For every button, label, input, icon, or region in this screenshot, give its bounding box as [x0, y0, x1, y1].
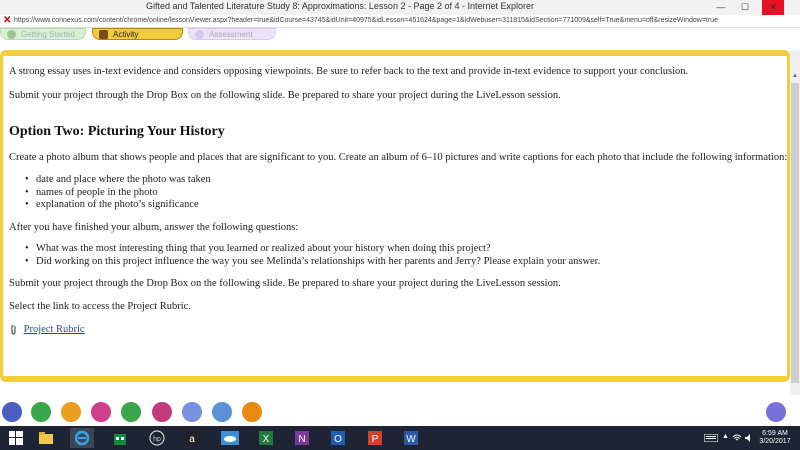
tab-label: Assessment	[209, 30, 253, 39]
lesson-content: A strong essay uses in-text evidence and…	[3, 56, 787, 376]
svg-text:hp: hp	[153, 436, 161, 443]
list-item: date and place where the photo was taken	[25, 174, 211, 187]
excel-icon[interactable]: X	[254, 428, 278, 448]
outlook-icon[interactable]: O	[326, 428, 350, 448]
questions-intro-paragraph: After you have finished your album, answ…	[9, 222, 299, 233]
vertical-scrollbar[interactable]: ▲	[790, 50, 800, 395]
svg-text:a: a	[189, 434, 195, 445]
windows-taskbar: hp a X N O P W ▲ 6:59 AM 3/20/2017	[0, 426, 800, 450]
clock-date: 3/20/2017	[759, 438, 791, 445]
amazon-icon[interactable]: a	[180, 428, 204, 448]
rubric-link-row: Project Rubric	[9, 324, 85, 335]
list-item: Did working on this project influence th…	[25, 256, 600, 269]
next-page-icon[interactable]	[766, 402, 786, 422]
globe-icon[interactable]	[31, 402, 51, 422]
tab-label: Getting Started	[21, 30, 75, 39]
file-explorer-icon[interactable]	[34, 428, 58, 448]
word-icon[interactable]: W	[399, 428, 423, 448]
content-frame: A strong essay uses in-text evidence and…	[0, 50, 790, 382]
clock[interactable]: 6:59 AM 3/20/2017	[752, 430, 798, 446]
rubric-instruction: Select the link to access the Project Ru…	[9, 301, 191, 312]
notes-icon[interactable]	[182, 402, 202, 422]
getting-started-icon	[7, 30, 16, 39]
onedrive-icon[interactable]	[218, 428, 242, 448]
project-rubric-link[interactable]: Project Rubric	[24, 324, 85, 335]
svg-text:P: P	[372, 434, 379, 445]
minimize-button[interactable]: —	[710, 0, 732, 15]
scroll-up-icon[interactable]: ▲	[791, 72, 799, 81]
list-item: explanation of the photo’s significance	[25, 199, 211, 212]
notification-chevron-icon[interactable]: ▲	[722, 433, 729, 440]
lesson-tabs: Getting Started Activity Assessment	[0, 28, 800, 42]
store-icon[interactable]	[108, 428, 132, 448]
submit-paragraph-2: Submit your project through the Drop Box…	[9, 278, 561, 289]
calculator-icon[interactable]	[121, 402, 141, 422]
svg-text:X: X	[263, 434, 270, 445]
svg-text:N: N	[298, 434, 305, 445]
tab-assessment[interactable]: Assessment	[188, 28, 276, 40]
clock-time: 6:59 AM	[762, 430, 788, 437]
photo-album-paragraph: Create a photo album that shows people a…	[9, 152, 787, 163]
svg-text:O: O	[334, 434, 342, 445]
paperclip-icon	[11, 324, 16, 335]
scroll-thumb[interactable]	[791, 83, 799, 383]
window-title: Gifted and Talented Literature Study 8: …	[145, 1, 535, 11]
help-icon[interactable]	[242, 402, 262, 422]
bottom-toolbar	[0, 396, 800, 426]
chat-icon[interactable]	[91, 402, 111, 422]
close-button[interactable]: ✕	[762, 0, 784, 15]
keyboard-icon[interactable]	[704, 434, 718, 442]
submit-paragraph: Submit your project through the Drop Box…	[9, 90, 561, 101]
list-item: names of people in the photo	[25, 187, 211, 200]
windows-start-icon[interactable]	[4, 428, 28, 448]
tab-activity[interactable]: Activity	[92, 28, 183, 40]
url-text[interactable]: https://www.connexus.com/content/chrome/…	[14, 15, 718, 27]
questions-list: What was the most interesting thing that…	[25, 243, 600, 268]
certificate-error-icon[interactable]: ✕	[3, 15, 11, 27]
intro-paragraph: A strong essay uses in-text evidence and…	[9, 66, 689, 77]
internet-explorer-icon[interactable]	[70, 428, 94, 448]
onenote-icon[interactable]: N	[290, 428, 314, 448]
assessment-icon	[195, 30, 204, 39]
tab-getting-started[interactable]: Getting Started	[0, 28, 86, 40]
printer-icon[interactable]	[212, 402, 232, 422]
list-item: What was the most interesting thing that…	[25, 243, 600, 256]
target-icon[interactable]	[152, 402, 172, 422]
window-title-bar: Gifted and Talented Literature Study 8: …	[0, 0, 800, 15]
address-bar[interactable]: ✕ https://www.connexus.com/content/chrom…	[0, 15, 800, 28]
caption-requirements-list: date and place where the photo was taken…	[25, 174, 211, 212]
svg-text:W: W	[406, 434, 416, 445]
puzzle-icon[interactable]	[61, 402, 81, 422]
tab-label: Activity	[113, 30, 139, 39]
wifi-icon[interactable]	[732, 433, 742, 443]
hp-icon[interactable]: hp	[145, 428, 169, 448]
checkmark-icon[interactable]	[2, 402, 22, 422]
option-two-heading: Option Two: Picturing Your History	[9, 124, 225, 139]
powerpoint-icon[interactable]: P	[363, 428, 387, 448]
activity-icon	[99, 30, 108, 39]
maximize-button[interactable]: ☐	[734, 0, 756, 15]
